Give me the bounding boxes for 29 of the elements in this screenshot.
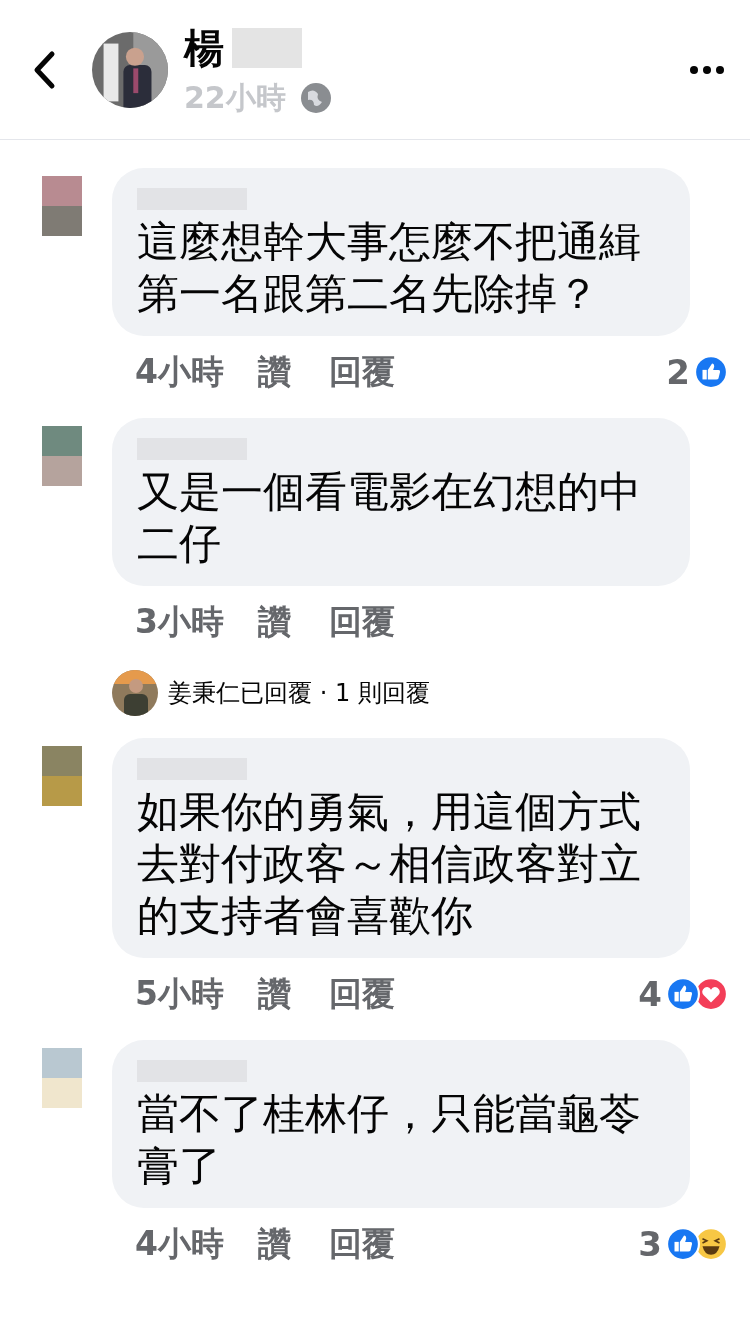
- like-button[interactable]: 讚: [257, 349, 291, 395]
- comment-text: 如果你的勇氣，用這個方式去對付政客～相信政客對立的支持者會喜歡你: [137, 786, 642, 942]
- reaction-count: 2: [666, 352, 690, 392]
- like-reaction-icon: [666, 1227, 700, 1261]
- like-reaction-icon: [666, 977, 700, 1011]
- censor-block: [232, 28, 302, 68]
- comment-text: 又是一個看電影在幻想的中二仔: [137, 466, 642, 570]
- page-name[interactable]: 楊: [184, 20, 224, 76]
- comment-time: 3小時: [135, 600, 224, 643]
- like-reaction-icon: [694, 355, 728, 389]
- like-button[interactable]: 讚: [257, 1221, 291, 1267]
- comment-time: 4小時: [135, 1222, 224, 1265]
- reply-button[interactable]: 回覆: [328, 971, 395, 1017]
- reply-button[interactable]: 回覆: [328, 599, 395, 645]
- comment-time: 5小時: [135, 972, 224, 1015]
- comment-text: 當不了桂林仔，只能當龜苓膏了: [137, 1088, 642, 1192]
- reply-button[interactable]: 回覆: [328, 1221, 395, 1267]
- like-button[interactable]: 讚: [257, 971, 291, 1017]
- replies-link[interactable]: 姜秉仁已回覆 · 1 則回覆: [168, 677, 430, 709]
- reply-button[interactable]: 回覆: [328, 349, 395, 395]
- more-icon[interactable]: [689, 64, 725, 75]
- reaction-count: 3: [638, 1224, 662, 1264]
- post-time: 22小時: [184, 78, 286, 117]
- like-button[interactable]: 讚: [257, 599, 291, 645]
- back-icon[interactable]: [32, 49, 56, 90]
- comment-text: 這麼想幹大事怎麼不把通緝第一名跟第二名先除掉？: [137, 216, 642, 320]
- globe-icon: [299, 82, 332, 114]
- comment-time: 4小時: [135, 350, 224, 393]
- reaction-count: 4: [638, 974, 662, 1014]
